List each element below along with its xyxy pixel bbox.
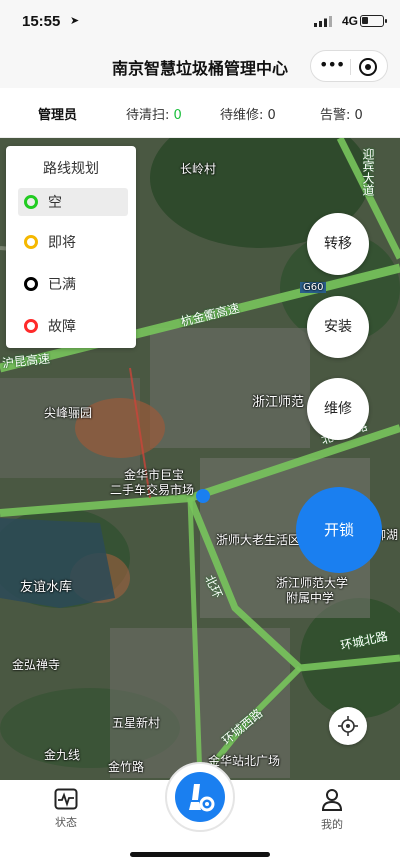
location-arrow-icon: ➤ <box>70 14 80 27</box>
center-action-inner <box>175 772 225 822</box>
repair-button[interactable]: 维修 <box>307 378 369 440</box>
almost-ring-icon <box>24 235 38 249</box>
locate-button[interactable] <box>329 707 367 745</box>
map-label-jinjiuxian: 金九线 <box>44 748 81 762</box>
transfer-button[interactable]: 转移 <box>307 213 369 275</box>
map-label-jinhong: 金弘禅寺 <box>12 658 61 672</box>
legend-item-full-label: 已满 <box>48 277 76 293</box>
more-icon[interactable]: ••• <box>319 56 345 76</box>
map-label-changling: 长岭村 <box>180 162 217 176</box>
status-monitor-icon <box>54 788 78 810</box>
map-label-wuxing: 五星新村 <box>112 716 161 730</box>
crosshair-icon <box>338 716 358 736</box>
legend-item-fault[interactable]: 故障 <box>18 312 128 340</box>
legend-item-empty[interactable]: 空 <box>18 188 128 216</box>
status-bar: 15:55 ➤ 4G <box>0 0 400 44</box>
tab-mine[interactable]: 我的 <box>302 788 362 832</box>
user-icon <box>321 789 343 811</box>
miniprogram-capsule: ••• <box>310 50 388 82</box>
role-label: 管理员 <box>38 108 78 123</box>
install-button[interactable]: 安装 <box>307 296 369 358</box>
route-planning-title: 路线规划 <box>43 161 99 177</box>
pending-clean-label: 待清扫: <box>126 108 170 123</box>
legend-item-almost-label: 即将 <box>48 235 76 251</box>
fault-ring-icon <box>24 319 38 333</box>
pending-clean-stat: 待清扫: 0 <box>126 104 182 123</box>
map-label-youyi: 友谊水库 <box>20 580 73 595</box>
map-label-g60: G60 <box>300 282 327 293</box>
stats-bar: 管理员 待清扫: 0 待维修: 0 告警: 0 <box>0 88 400 138</box>
map-label-jianfeng: 尖峰骊园 <box>44 406 93 420</box>
network-type: 4G <box>341 14 358 28</box>
tab-status-label: 状态 <box>55 816 77 829</box>
route-planning-panel: 路线规划 空 即将 已满 故障 <box>6 146 136 348</box>
title-bar: 南京智慧垃圾桶管理中心 ••• <box>0 44 400 88</box>
legend-item-fault-label: 故障 <box>48 319 76 335</box>
capsule-divider <box>350 59 351 75</box>
pending-clean-count: 0 <box>173 108 182 123</box>
full-ring-icon <box>24 277 38 291</box>
map-label-beiguangchang: 金华站北广场 <box>208 754 281 768</box>
center-action-button[interactable] <box>165 762 235 832</box>
home-indicator <box>130 852 270 857</box>
maintenance-gear-icon <box>189 784 215 812</box>
signal-icon <box>314 16 332 27</box>
map-label-fuzhong-2: 附属中学 <box>286 591 335 605</box>
map-label-ershouche: 二手车交易市场 <box>110 483 195 497</box>
battery-icon <box>360 15 387 27</box>
legend-item-almost[interactable]: 即将 <box>18 228 128 256</box>
unlock-button[interactable]: 开锁 <box>296 487 382 573</box>
pending-repair-stat: 待维修: 0 <box>220 108 276 123</box>
map-label-yingbin: 迎宾大道 <box>361 148 375 196</box>
legend-item-full[interactable]: 已满 <box>18 270 128 298</box>
close-miniprogram-icon[interactable] <box>359 58 377 76</box>
alarm-stat: 告警: 0 <box>320 108 363 123</box>
tab-mine-label: 我的 <box>321 818 343 831</box>
map-label-zhengshi: 浙江师范 <box>252 395 305 410</box>
status-time: 15:55 <box>22 13 61 30</box>
empty-ring-icon <box>24 195 38 209</box>
legend-item-empty-label: 空 <box>48 195 62 211</box>
tab-status[interactable]: 状态 <box>36 788 96 830</box>
map-label-laonian: 浙师大老生活区 <box>216 533 301 547</box>
map-label-jinzhu: 金竹路 <box>108 760 145 774</box>
